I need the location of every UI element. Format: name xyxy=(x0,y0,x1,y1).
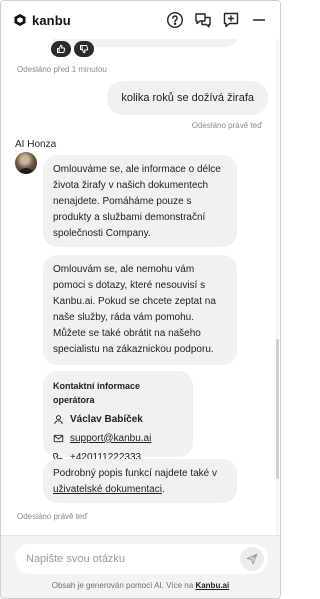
contact-title: Kontaktní informace operátora xyxy=(53,381,141,405)
chat-bubbles-icon[interactable] xyxy=(194,11,212,29)
new-chat-icon[interactable] xyxy=(222,11,240,29)
docs-text: Podrobný popis funkcí najdete také v xyxy=(53,468,217,479)
chat-messages[interactable]: Odesláno před 1 minutou kolika roků se d… xyxy=(1,39,280,535)
agent-message: Omlouvám se, ale nemohu vám pomoci s dot… xyxy=(43,255,237,365)
kanbu-link[interactable]: Kanbu.ai xyxy=(195,581,229,590)
docs-suffix: . xyxy=(161,484,165,495)
operator-name: Václav Babíček xyxy=(70,413,143,425)
agent-avatar xyxy=(15,152,37,174)
scroll-thumb[interactable] xyxy=(276,339,279,479)
send-icon xyxy=(246,553,258,565)
feedback-buttons xyxy=(51,41,94,57)
minimize-icon[interactable] xyxy=(250,11,268,29)
user-timestamp: Odesláno právě teď xyxy=(191,121,262,130)
message-input-container xyxy=(15,544,268,574)
widget-header: kanbu xyxy=(1,1,280,39)
brand-name: kanbu xyxy=(32,12,71,28)
agent-timestamp: Odesláno právě teď xyxy=(17,512,88,521)
contact-card: Kontaktní informace operátora Václav Bab… xyxy=(43,371,193,463)
operator-email-link[interactable]: support@kanbu.ai xyxy=(70,431,151,447)
person-icon xyxy=(54,415,63,425)
composer: Obsah je generován pomocí AI. Více na Ka… xyxy=(1,535,280,598)
message-input[interactable] xyxy=(26,553,240,565)
thumbs-up-icon xyxy=(57,44,66,53)
mail-icon xyxy=(53,434,64,443)
help-circle-icon[interactable] xyxy=(166,11,184,29)
send-button[interactable] xyxy=(240,547,264,571)
kanbu-logo-icon xyxy=(14,14,26,26)
previous-timestamp: Odesláno před 1 minutou xyxy=(17,65,107,74)
agent-name: AI Honza xyxy=(15,139,57,150)
agent-message: Omlouváme se, ale informace o délce živo… xyxy=(43,155,237,247)
thumbs-down-button[interactable] xyxy=(74,41,94,57)
chat-widget: kanbu Odesláno před 1 minutou kolika rok… xyxy=(0,0,281,599)
user-message: kolika roků se dožívá žirafa xyxy=(107,81,268,115)
chat-scrollbar[interactable] xyxy=(276,39,279,535)
disclaimer-text: Obsah je generován pomocí AI. Více na xyxy=(51,581,194,590)
docs-message: Podrobný popis funkcí najdete také v uži… xyxy=(43,459,237,503)
thumbs-down-icon xyxy=(80,45,89,54)
docs-link[interactable]: uživatelské dokumentaci xyxy=(53,484,162,495)
ai-disclaimer: Obsah je generován pomocí AI. Více na Ka… xyxy=(1,581,280,590)
brand-logo: kanbu xyxy=(13,13,71,28)
thumbs-up-button[interactable] xyxy=(51,41,71,57)
